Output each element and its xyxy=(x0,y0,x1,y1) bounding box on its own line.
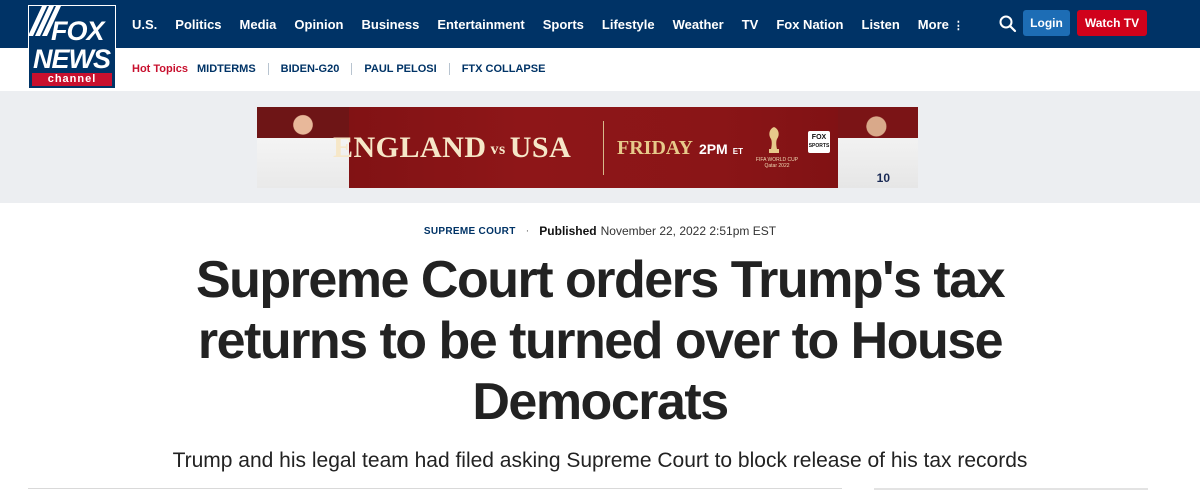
more-dots-icon: ⋮ xyxy=(952,19,964,32)
ad-vs: vs xyxy=(490,141,506,159)
logo-text-fox: FOX xyxy=(51,16,105,46)
ad-band: 10 ENGLAND vs USA FRIDAY 2PM ET FIFA WORLD … xyxy=(0,91,1200,203)
nav-item-weather[interactable]: Weather xyxy=(673,17,724,32)
hot-topic-biden-g20[interactable]: BIDEN-G20 xyxy=(281,63,340,75)
nav-item-tv[interactable]: TV xyxy=(742,17,759,32)
main-nav: U.S. Politics Media Opinion Business Ent… xyxy=(132,0,982,48)
hot-topic-midterms[interactable]: MIDTERMS xyxy=(197,63,256,75)
hot-topic-ftx-collapse[interactable]: FTX COLLAPSE xyxy=(462,63,546,75)
content-divider xyxy=(28,488,842,489)
ad-timezone: ET xyxy=(732,147,743,156)
article-headline: Supreme Court orders Trump's tax returns… xyxy=(195,251,1006,431)
published-date: November 22, 2022 2:51pm EST xyxy=(600,224,777,238)
ad-event-label: FIFA WORLD CUP Qatar 2022 xyxy=(755,157,799,169)
search-icon[interactable] xyxy=(998,14,1018,34)
hot-topic-paul-pelosi[interactable]: PAUL PELOSI xyxy=(364,63,436,75)
nav-item-listen[interactable]: Listen xyxy=(862,17,900,32)
nav-item-more-label: More xyxy=(917,16,949,32)
logo-text-channel: channel xyxy=(32,73,112,86)
ad-team-2: USA xyxy=(509,131,572,164)
hot-topics-list: MIDTERMS BIDEN-G20 PAUL PELOSI FTX COLLA… xyxy=(197,63,545,75)
ad-team-1: ENGLAND xyxy=(333,131,487,164)
published-label: Published xyxy=(539,224,597,238)
nav-item-opinion[interactable]: Opinion xyxy=(294,17,343,32)
ad-banner[interactable]: 10 ENGLAND vs USA FRIDAY 2PM ET FIFA WORLD … xyxy=(257,107,918,188)
article-category-link[interactable]: SUPREME COURT xyxy=(424,226,516,237)
sidebar-divider xyxy=(874,488,1148,490)
top-nav-bar: U.S. Politics Media Opinion Business Ent… xyxy=(0,0,1200,48)
fox-sports-logo-line2: SPORTS xyxy=(808,143,830,149)
ad-time: 2PM xyxy=(698,141,728,157)
nav-item-business[interactable]: Business xyxy=(362,17,420,32)
fox-news-logo[interactable]: FOX NEWS channel xyxy=(28,5,116,89)
login-button[interactable]: Login xyxy=(1023,10,1070,36)
ad-day: FRIDAY xyxy=(617,137,693,159)
nav-item-politics[interactable]: Politics xyxy=(175,17,221,32)
nav-item-us[interactable]: U.S. xyxy=(132,17,157,32)
watch-tv-button[interactable]: Watch TV xyxy=(1077,10,1147,36)
fox-sports-logo: FOX SPORTS xyxy=(808,131,830,153)
topic-divider xyxy=(448,63,450,75)
nav-item-sports[interactable]: Sports xyxy=(543,17,584,32)
article-meta: SUPREME COURT · Published November 22, 2… xyxy=(0,224,1200,238)
nav-item-media[interactable]: Media xyxy=(240,17,277,32)
jersey-number: 10 xyxy=(876,171,890,185)
article-subheadline: Trump and his legal team had filed askin… xyxy=(172,449,1028,472)
ad-matchup: ENGLAND vs USA xyxy=(333,131,571,165)
fox-sports-logo-line1: FOX xyxy=(811,134,827,141)
meta-separator: · xyxy=(525,225,530,237)
nav-item-entertainment[interactable]: Entertainment xyxy=(437,17,524,32)
ad-schedule: FRIDAY 2PM ET xyxy=(617,137,743,160)
logo-text-news: NEWS xyxy=(33,44,111,74)
nav-item-fox-nation[interactable]: Fox Nation xyxy=(776,17,843,32)
topic-divider xyxy=(267,63,269,75)
ad-divider xyxy=(603,121,604,175)
hot-topics-bar: Hot Topics MIDTERMS BIDEN-G20 PAUL PELOS… xyxy=(0,48,1200,91)
world-cup-trophy-icon xyxy=(765,125,783,155)
hot-topics-label: Hot Topics xyxy=(132,63,189,75)
topic-divider xyxy=(351,63,353,75)
nav-item-more[interactable]: More ⋮ xyxy=(918,17,964,32)
nav-item-lifestyle[interactable]: Lifestyle xyxy=(602,17,655,32)
